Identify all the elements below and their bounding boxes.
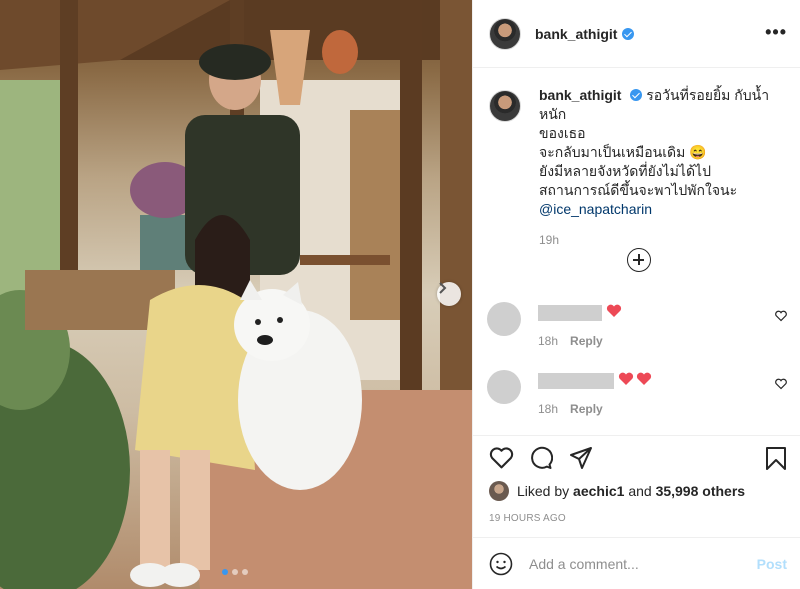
post-header: bank_athigit ••• bbox=[473, 0, 800, 68]
carousel-dot bbox=[222, 569, 228, 575]
comment-time[interactable]: 18h bbox=[538, 334, 558, 348]
heart-emoji-icon bbox=[606, 304, 622, 317]
post-timestamp[interactable]: 19 HOURS AGO bbox=[489, 513, 566, 524]
reply-button[interactable]: Reply bbox=[570, 402, 603, 416]
avatar[interactable] bbox=[489, 17, 521, 50]
caption-text: ยังมีหลายจังหวัดที่ยังไม่ได้ไป bbox=[539, 163, 711, 179]
verified-badge-icon bbox=[630, 89, 643, 101]
more-icon[interactable]: ••• bbox=[765, 22, 787, 43]
heart-emoji-icon bbox=[618, 372, 634, 385]
action-bar bbox=[473, 435, 800, 483]
caption-avatar[interactable] bbox=[489, 90, 521, 122]
photo-illustration bbox=[0, 0, 472, 589]
post-caption: bank_athigit รอวันที่รอยยิ้ม กับน้ำหนัก … bbox=[489, 86, 789, 250]
comment-username-redacted[interactable] bbox=[538, 305, 602, 321]
likes-summary: Liked by aechic1 and 35,998 others bbox=[489, 481, 745, 501]
caption-text: ของเธอ bbox=[539, 125, 586, 141]
heart-icon[interactable] bbox=[775, 310, 787, 322]
header-username[interactable]: bank_athigit bbox=[535, 26, 617, 42]
caption-text: จะกลับมาเป็นเหมือนเดิม 😄 bbox=[539, 144, 707, 160]
bookmark-icon[interactable] bbox=[765, 446, 787, 471]
carousel-dot bbox=[232, 569, 238, 575]
mention-link[interactable]: @ice_napatcharin bbox=[539, 200, 789, 219]
comment-time[interactable]: 18h bbox=[538, 402, 558, 416]
likes-prefix: Liked by bbox=[517, 483, 570, 499]
reply-button[interactable]: Reply bbox=[570, 334, 603, 348]
post-side-panel: bank_athigit ••• bank_athigit รอวันที่รอ… bbox=[472, 0, 800, 589]
carousel-dot bbox=[242, 569, 248, 575]
likes-count-link[interactable]: 35,998 others bbox=[656, 483, 746, 499]
comment-avatar[interactable] bbox=[487, 302, 521, 336]
heart-icon[interactable] bbox=[489, 446, 514, 469]
caption-text: สถานการณ์ดีขึ้นจะพาไปพักใจนะ bbox=[539, 182, 738, 198]
chevron-right-icon bbox=[439, 282, 447, 294]
comment-username-redacted[interactable] bbox=[538, 373, 614, 389]
add-comment-bar: Post bbox=[473, 537, 800, 589]
heart-emoji-icon bbox=[636, 372, 652, 385]
post-comment-button[interactable]: Post bbox=[757, 556, 787, 572]
comment-icon[interactable] bbox=[529, 446, 553, 470]
liker-avatar[interactable] bbox=[489, 481, 509, 501]
share-icon[interactable] bbox=[569, 446, 593, 470]
next-photo-button[interactable] bbox=[437, 282, 461, 306]
emoji-icon[interactable] bbox=[489, 552, 513, 576]
heart-icon[interactable] bbox=[775, 378, 787, 390]
likes-joiner: and bbox=[628, 483, 652, 499]
caption-username[interactable]: bank_athigit bbox=[539, 87, 621, 103]
comment-text bbox=[606, 304, 622, 318]
liker-username[interactable]: aechic1 bbox=[573, 483, 624, 499]
comment-text bbox=[618, 372, 652, 386]
caption-time[interactable]: 19h bbox=[539, 231, 789, 250]
comment-input[interactable] bbox=[529, 555, 739, 572]
comment-avatar[interactable] bbox=[487, 370, 521, 404]
carousel-indicator bbox=[222, 569, 248, 575]
post-photo[interactable] bbox=[0, 0, 472, 589]
load-more-comments-button[interactable] bbox=[627, 248, 651, 272]
verified-badge-icon bbox=[622, 27, 635, 40]
